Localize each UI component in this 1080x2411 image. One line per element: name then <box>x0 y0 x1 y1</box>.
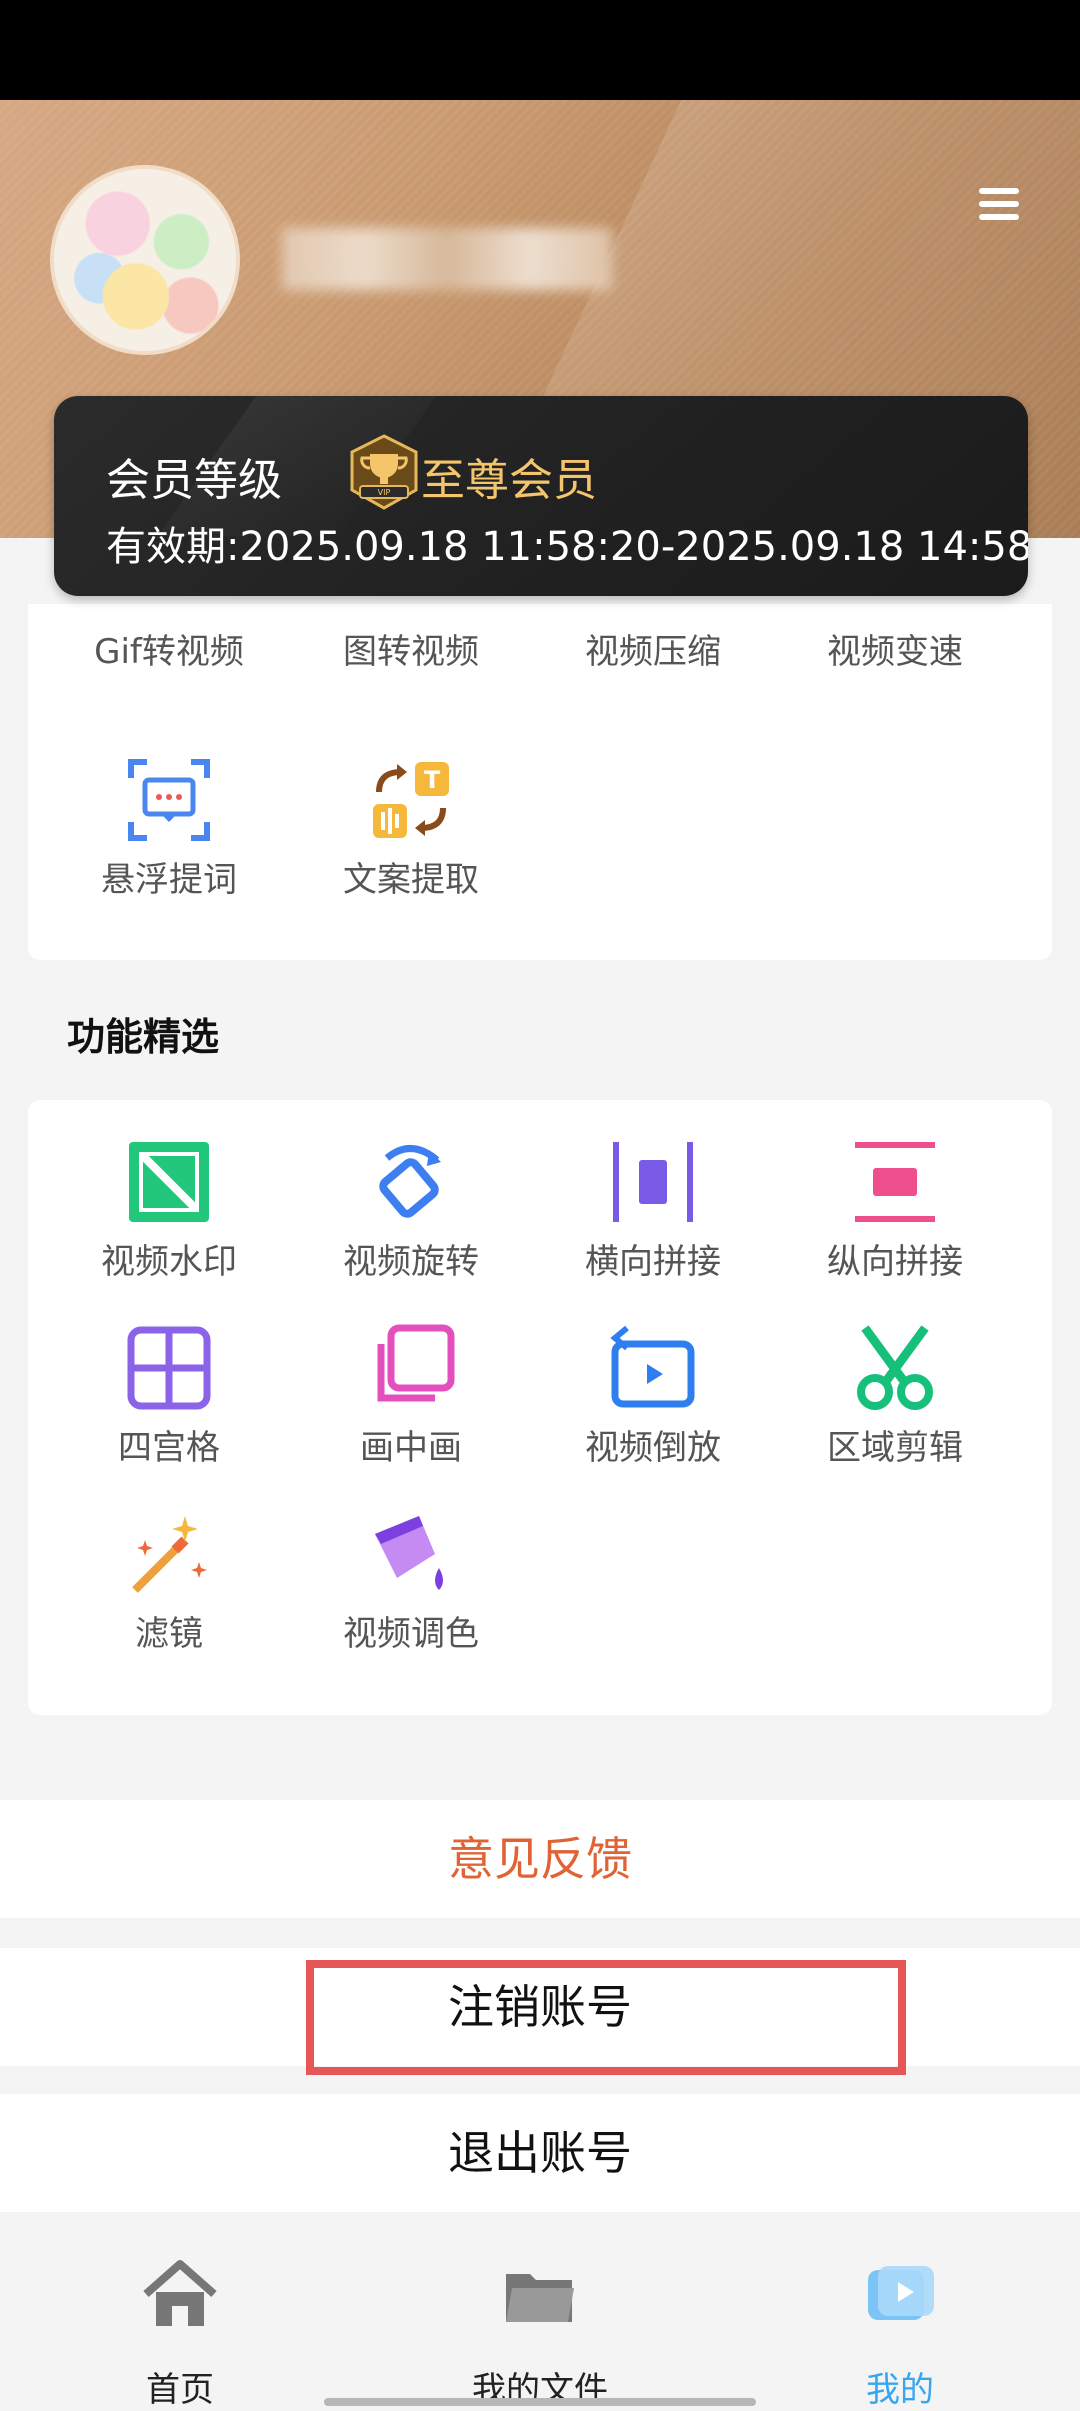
tool-grid-four[interactable]: 四宫格 <box>48 1324 290 1469</box>
profile-video-icon <box>868 2266 934 2320</box>
home-icon <box>143 2260 217 2326</box>
magic-wand-icon <box>132 1516 207 1593</box>
reverse-icon <box>610 1325 695 1408</box>
featured-card: 视频水印 视频旋转 横向拼接 纵向拼接 四宫格 画中画 视频倒放 区域剪辑 滤镜… <box>28 1100 1052 1715</box>
bottom-tab-bar: 首页 我的文件 我的 <box>0 2212 1080 2410</box>
tool-region-cut[interactable]: 区域剪辑 <box>774 1324 1016 1469</box>
tab-home[interactable]: 首页 <box>0 2212 360 2410</box>
tool-picture-in-picture[interactable]: 画中画 <box>290 1324 532 1469</box>
horizontal-splice-icon <box>613 1142 693 1222</box>
vip-level-value: 至尊会员 <box>421 455 597 506</box>
vip-validity: 有效期:2025.09.18 11:58:20-2025.09.18 14:58… <box>106 524 1028 570</box>
tool-video-speed[interactable]: 视频变速 <box>774 616 1016 673</box>
tool-video-color[interactable]: 视频调色 <box>290 1510 532 1655</box>
feedback-button[interactable]: 意见反馈 <box>0 1800 1080 1918</box>
section-title-featured: 功能精选 <box>67 1015 220 1059</box>
watermark-icon <box>129 1142 209 1222</box>
tool-video-reverse[interactable]: 视频倒放 <box>532 1324 774 1469</box>
status-bar <box>0 0 1080 100</box>
text-extract-icon: T <box>373 762 449 838</box>
vip-level-label: 会员等级 <box>106 455 282 506</box>
tool-video-watermark[interactable]: 视频水印 <box>48 1138 290 1283</box>
vertical-splice-icon <box>855 1142 935 1222</box>
tab-profile[interactable]: 我的 <box>720 2212 1080 2410</box>
grid-icon <box>127 1326 211 1410</box>
tool-video-rotate[interactable]: 视频旋转 <box>290 1138 532 1283</box>
pip-icon <box>377 1324 455 1402</box>
home-indicator <box>324 2398 756 2406</box>
paint-bucket-icon <box>375 1516 443 1590</box>
vip-card: 会员等级 VIP 至尊会员 有效期:2025.09.18 11:58:20-20… <box>54 396 1028 596</box>
tool-text-extract[interactable]: T 文案提取 <box>290 756 532 901</box>
tool-vertical-splice[interactable]: 纵向拼接 <box>774 1138 1016 1283</box>
tool-gif-to-video[interactable]: Gif转视频 <box>48 616 290 673</box>
tab-my-files[interactable]: 我的文件 <box>360 2212 720 2410</box>
tool-horizontal-splice[interactable]: 横向拼接 <box>532 1138 774 1283</box>
cancel-account-button[interactable]: 注销账号 <box>0 1948 1080 2066</box>
tool-image-to-video[interactable]: 图转视频 <box>290 616 532 673</box>
folder-icon <box>506 2274 574 2322</box>
logout-button[interactable]: 退出账号 <box>0 2094 1080 2212</box>
avatar[interactable] <box>50 165 240 355</box>
scissors-icon <box>857 1325 933 1410</box>
trophy-badge-icon: VIP <box>350 434 418 510</box>
tool-filter[interactable]: 滤镜 <box>48 1510 290 1655</box>
prompter-icon <box>128 759 210 841</box>
tool-floating-prompter[interactable]: 悬浮提词 <box>48 756 290 901</box>
svg-text:T: T <box>424 766 441 794</box>
hamburger-icon[interactable] <box>975 184 1023 224</box>
tool-video-compress[interactable]: 视频压缩 <box>532 616 774 673</box>
tools-card: Gif转视频 图转视频 视频压缩 视频变速 悬浮提词 T 文案提取 <box>28 604 1052 960</box>
svg-text:VIP: VIP <box>378 488 391 497</box>
rotate-icon <box>379 1145 441 1218</box>
username-blurred <box>282 228 612 290</box>
